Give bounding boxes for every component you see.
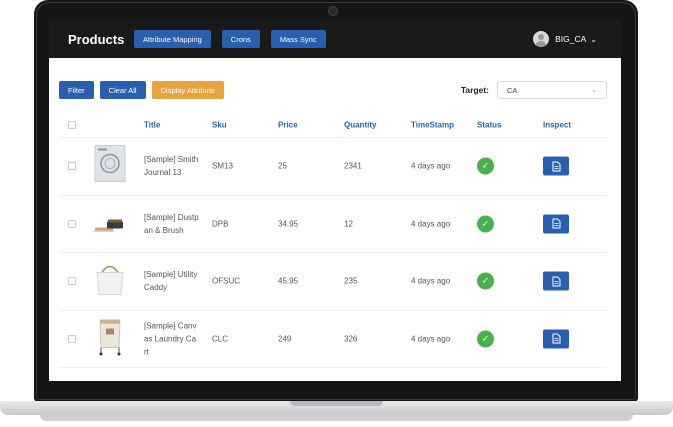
document-icon [552,276,560,287]
products-table: Title Sku Price Quantity TimeStamp Statu… [59,113,607,368]
clear-all-button[interactable]: Clear All [99,81,146,99]
table-row: [Sample] Smith Journal 13 SM13 25 2341 4… [59,138,607,196]
product-title-line: Caddy [144,283,168,293]
product-timestamp: 4 days ago [411,276,451,286]
attribute-mapping-button[interactable]: Attribute Mapping [134,30,211,48]
product-sku: OFSUC [212,276,240,286]
inspect-button[interactable] [543,271,569,291]
product-price: 25 [278,161,287,171]
laptop-base-notch [290,401,383,406]
status-check-icon: ✓ [477,157,494,175]
product-price: 34.95 [278,219,299,229]
journal-icon [92,144,128,189]
table-row: [Sample] Canv as Laundry Ca rt CLC 249 3… [59,311,607,368]
chevron-down-icon: ⌄ [591,87,597,94]
avatar [533,31,550,47]
header-price[interactable]: Price [278,121,298,130]
product-price: 249 [278,334,292,344]
document-icon [552,333,560,344]
mass-sync-button[interactable]: Mass Sync [270,30,326,48]
app-screen: Products Attribute Mapping Crons Mass Sy… [49,20,621,381]
row-checkbox[interactable] [68,277,76,286]
filter-button[interactable]: Filter [59,81,94,99]
header-inspect[interactable]: Inspect [543,121,571,130]
header-title[interactable]: Title [144,121,206,130]
status-check-icon: ✓ [477,330,494,348]
product-sku: CLC [212,334,229,344]
target-select-value: CA [507,85,518,95]
product-timestamp: 4 days ago [411,334,451,344]
product-title-line: as Laundry Ca [144,334,197,344]
table-row: [Sample] Dustp an & Brush DPB 34.95 12 4… [59,196,607,253]
toolbar: Filter Clear All Display Attribute Targe… [59,81,607,99]
header-sku[interactable]: Sku [212,121,227,130]
page-title: Products [68,31,125,47]
product-quantity: 2341 [344,161,362,171]
user-menu[interactable]: BIG_CA ⌄ [533,31,597,47]
top-navbar: Products Attribute Mapping Crons Mass Sy… [49,20,621,58]
product-timestamp: 4 days ago [411,219,451,229]
product-quantity: 326 [344,334,358,344]
product-quantity: 235 [344,276,358,286]
document-icon [552,161,560,172]
product-sku: DPB [212,219,229,229]
product-title[interactable]: [Sample] Smith Journal 13 [144,153,206,179]
product-title[interactable]: [Sample] Canv as Laundry Ca rt [144,319,206,358]
inspect-button[interactable] [543,214,569,234]
product-title-line: [Sample] Dustp [144,212,199,222]
product-title-line: rt [144,347,149,357]
crons-button[interactable]: Crons [221,30,260,48]
select-all-checkbox[interactable] [68,121,76,129]
camera-icon [328,6,338,16]
product-title[interactable]: [Sample] Dustp an & Brush [144,211,206,237]
product-sku: SM13 [212,161,233,171]
row-checkbox[interactable] [68,219,76,228]
product-quantity: 12 [344,219,353,229]
table-row: [Sample] Utility Caddy OFSUC 45.95 235 4… [59,253,607,311]
display-attribute-button[interactable]: Display Attribute [151,81,224,99]
product-title-line: Journal 13 [144,168,182,178]
dustpan-icon [92,201,128,246]
target-selector: Target: CA ⌄ [461,81,607,99]
laptop-shadow [40,415,633,421]
product-title-line: [Sample] Canv [144,321,197,331]
laptop-mockup: Products Attribute Mapping Crons Mass Sy… [0,0,673,427]
target-label: Target: [460,85,489,95]
inspect-button[interactable] [543,329,569,349]
product-title-line: [Sample] Smith [144,155,199,165]
header-quantity[interactable]: Quantity [344,121,376,130]
status-check-icon: ✓ [477,272,494,290]
caddy-icon [92,259,128,304]
product-price: 45.95 [278,276,299,286]
header-timestamp[interactable]: TimeStamp [411,121,454,130]
product-title[interactable]: [Sample] Utility Caddy [144,268,206,294]
product-title-line: an & Brush [144,225,184,235]
row-checkbox[interactable] [68,334,76,343]
target-select[interactable]: CA ⌄ [497,81,607,99]
status-check-icon: ✓ [477,215,494,233]
chevron-down-icon: ⌄ [590,34,597,44]
product-timestamp: 4 days ago [411,161,451,171]
inspect-button[interactable] [543,156,569,176]
header-status[interactable]: Status [477,121,501,130]
row-checkbox[interactable] [68,162,76,171]
table-header: Title Sku Price Quantity TimeStamp Statu… [59,113,607,138]
user-name: BIG_CA [555,34,587,44]
laundry-cart-icon [92,316,128,361]
document-icon [552,218,560,229]
product-title-line: [Sample] Utility [144,270,198,280]
